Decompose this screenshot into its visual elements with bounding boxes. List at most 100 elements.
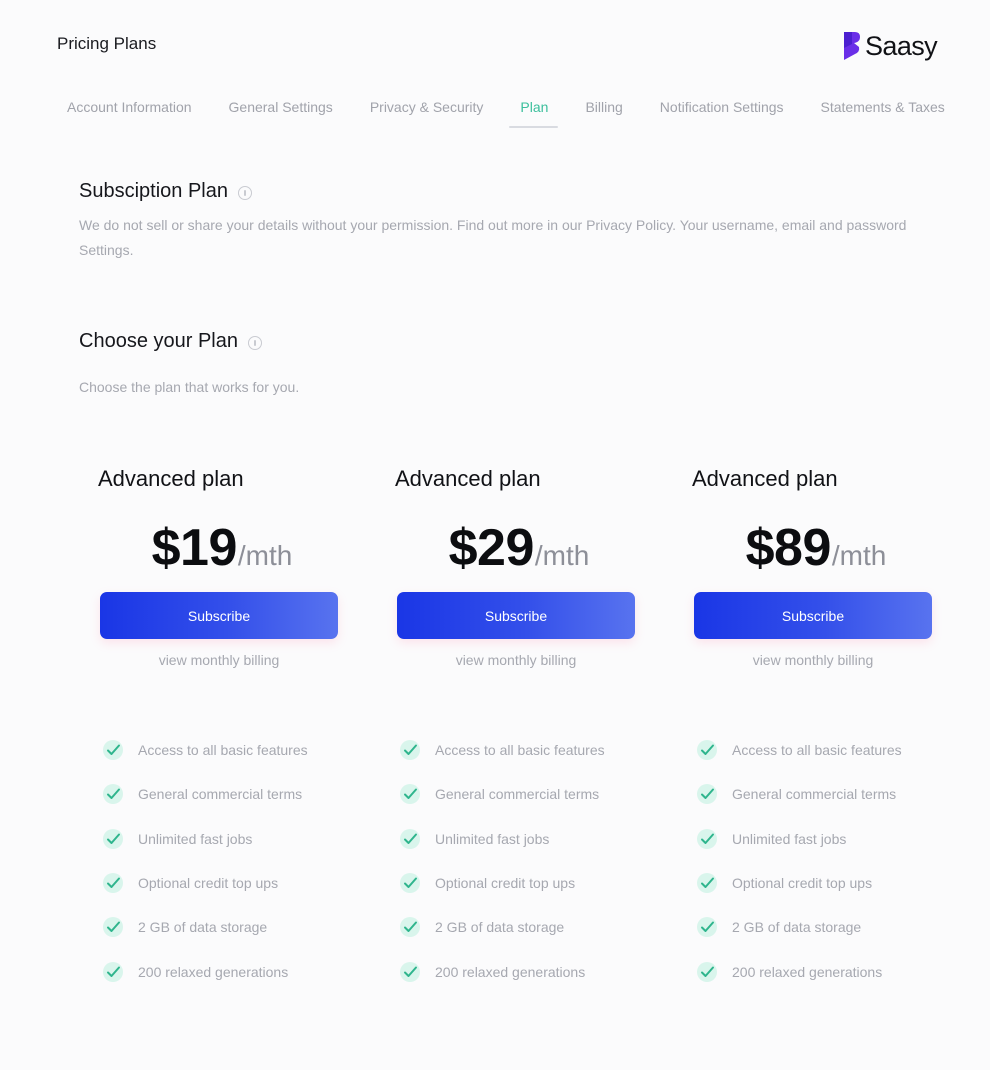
plan-card: Advanced plan $29 /mth Subscribe view mo… bbox=[394, 466, 644, 994]
subscription-description-line-2: Settings. bbox=[79, 242, 134, 258]
view-monthly-billing-link[interactable]: view monthly billing bbox=[97, 652, 341, 668]
choose-plan-title-text: Choose your Plan bbox=[79, 330, 238, 352]
feature-item: Unlimited fast jobs bbox=[102, 817, 347, 861]
feature-item: Optional credit top ups bbox=[696, 861, 941, 905]
check-icon bbox=[697, 917, 717, 938]
feature-text: 2 GB of data storage bbox=[732, 919, 862, 936]
tab-account-information[interactable]: Account Information bbox=[67, 99, 192, 128]
feature-text: Unlimited fast jobs bbox=[138, 830, 253, 847]
info-icon[interactable] bbox=[237, 185, 252, 200]
price-unit: /mth bbox=[534, 540, 590, 571]
saasy-logo-icon bbox=[844, 32, 860, 60]
feature-item: General commercial terms bbox=[696, 772, 941, 816]
feature-item: Access to all basic features bbox=[399, 728, 644, 772]
price-amount: $29 bbox=[448, 519, 535, 577]
feature-list: Access to all basic features General com… bbox=[102, 728, 347, 994]
check-icon bbox=[697, 740, 717, 761]
check-icon bbox=[400, 961, 420, 982]
price-unit: /mth bbox=[237, 540, 293, 571]
feature-text: General commercial terms bbox=[732, 786, 897, 803]
feature-text: 2 GB of data storage bbox=[138, 919, 268, 936]
check-icon bbox=[103, 828, 123, 849]
price-amount: $19 bbox=[151, 519, 238, 577]
pricing-page: Pricing Plans Saasy Account Information … bbox=[0, 0, 990, 1070]
view-monthly-billing-link[interactable]: view monthly billing bbox=[394, 652, 638, 668]
price-amount: $89 bbox=[745, 519, 832, 577]
plan-name: Advanced plan bbox=[98, 466, 244, 491]
tab-statements-taxes[interactable]: Statements & Taxes bbox=[821, 99, 945, 128]
tab-plan[interactable]: Plan bbox=[509, 99, 559, 128]
check-icon bbox=[400, 740, 420, 761]
plan-price: $29 /mth bbox=[394, 518, 644, 578]
feature-list: Access to all basic features General com… bbox=[399, 728, 644, 994]
feature-item: 2 GB of data storage bbox=[399, 905, 644, 949]
subscribe-button[interactable]: Subscribe bbox=[694, 592, 932, 639]
choose-plan-section-title: Choose your Plan bbox=[79, 330, 262, 353]
price-unit: /mth bbox=[831, 540, 887, 571]
feature-item: 200 relaxed generations bbox=[696, 949, 941, 993]
plan-name: Advanced plan bbox=[395, 466, 541, 491]
check-icon bbox=[103, 740, 123, 761]
subscription-title-text: Subsciption Plan bbox=[79, 180, 228, 202]
settings-tabs: Account Information General Settings Pri… bbox=[67, 99, 982, 128]
feature-text: 200 relaxed generations bbox=[435, 963, 586, 980]
check-icon bbox=[697, 828, 717, 849]
feature-item: General commercial terms bbox=[102, 772, 347, 816]
tab-billing[interactable]: Billing bbox=[585, 99, 622, 128]
feature-item: Optional credit top ups bbox=[102, 861, 347, 905]
brand-name: Saasy bbox=[865, 30, 938, 61]
check-icon bbox=[103, 784, 123, 805]
check-icon bbox=[400, 828, 420, 849]
subscription-description-line-1: We do not sell or share your details wit… bbox=[79, 217, 907, 233]
view-monthly-billing-link[interactable]: view monthly billing bbox=[691, 652, 935, 668]
check-icon bbox=[103, 961, 123, 982]
feature-item: Optional credit top ups bbox=[399, 861, 644, 905]
feature-text: Unlimited fast jobs bbox=[732, 830, 847, 847]
feature-item: 2 GB of data storage bbox=[102, 905, 347, 949]
check-icon bbox=[400, 873, 420, 894]
plan-price: $19 /mth bbox=[97, 518, 347, 578]
brand-logo[interactable]: Saasy bbox=[841, 30, 938, 62]
feature-text: Access to all basic features bbox=[435, 742, 605, 759]
check-icon bbox=[103, 917, 123, 938]
choose-plan-description: Choose the plan that works for you. bbox=[79, 379, 300, 395]
subscription-section-title: Subsciption Plan bbox=[79, 180, 252, 203]
feature-text: Access to all basic features bbox=[732, 742, 902, 759]
subscribe-button[interactable]: Subscribe bbox=[397, 592, 635, 639]
subscription-description: We do not sell or share your details wit… bbox=[79, 213, 990, 263]
feature-text: 200 relaxed generations bbox=[732, 963, 883, 980]
feature-item: 2 GB of data storage bbox=[696, 905, 941, 949]
page-title: Pricing Plans bbox=[57, 34, 157, 53]
feature-text: General commercial terms bbox=[138, 786, 303, 803]
feature-text: General commercial terms bbox=[435, 786, 600, 803]
info-icon[interactable] bbox=[247, 335, 262, 350]
subscribe-button[interactable]: Subscribe bbox=[100, 592, 338, 639]
check-icon bbox=[400, 917, 420, 938]
feature-item: 200 relaxed generations bbox=[399, 949, 644, 993]
feature-text: 200 relaxed generations bbox=[138, 963, 289, 980]
feature-text: 2 GB of data storage bbox=[435, 919, 565, 936]
plan-card: Advanced plan $19 /mth Subscribe view mo… bbox=[97, 466, 347, 994]
plan-card: Advanced plan $89 /mth Subscribe view mo… bbox=[691, 466, 941, 994]
feature-item: Unlimited fast jobs bbox=[399, 817, 644, 861]
tab-privacy-security[interactable]: Privacy & Security bbox=[370, 99, 484, 128]
feature-item: 200 relaxed generations bbox=[102, 949, 347, 993]
check-icon bbox=[697, 873, 717, 894]
feature-text: Access to all basic features bbox=[138, 742, 308, 759]
tab-notification-settings[interactable]: Notification Settings bbox=[660, 99, 784, 128]
feature-text: Optional credit top ups bbox=[138, 875, 279, 892]
check-icon bbox=[400, 784, 420, 805]
plan-price: $89 /mth bbox=[691, 518, 941, 578]
plan-name: Advanced plan bbox=[692, 466, 838, 491]
feature-item: Access to all basic features bbox=[696, 728, 941, 772]
feature-text: Unlimited fast jobs bbox=[435, 830, 550, 847]
check-icon bbox=[103, 873, 123, 894]
feature-item: Unlimited fast jobs bbox=[696, 817, 941, 861]
feature-item: Access to all basic features bbox=[102, 728, 347, 772]
feature-text: Optional credit top ups bbox=[435, 875, 576, 892]
tab-general-settings[interactable]: General Settings bbox=[229, 99, 333, 128]
feature-item: General commercial terms bbox=[399, 772, 644, 816]
check-icon bbox=[697, 784, 717, 805]
feature-text: Optional credit top ups bbox=[732, 875, 873, 892]
feature-list: Access to all basic features General com… bbox=[696, 728, 941, 994]
